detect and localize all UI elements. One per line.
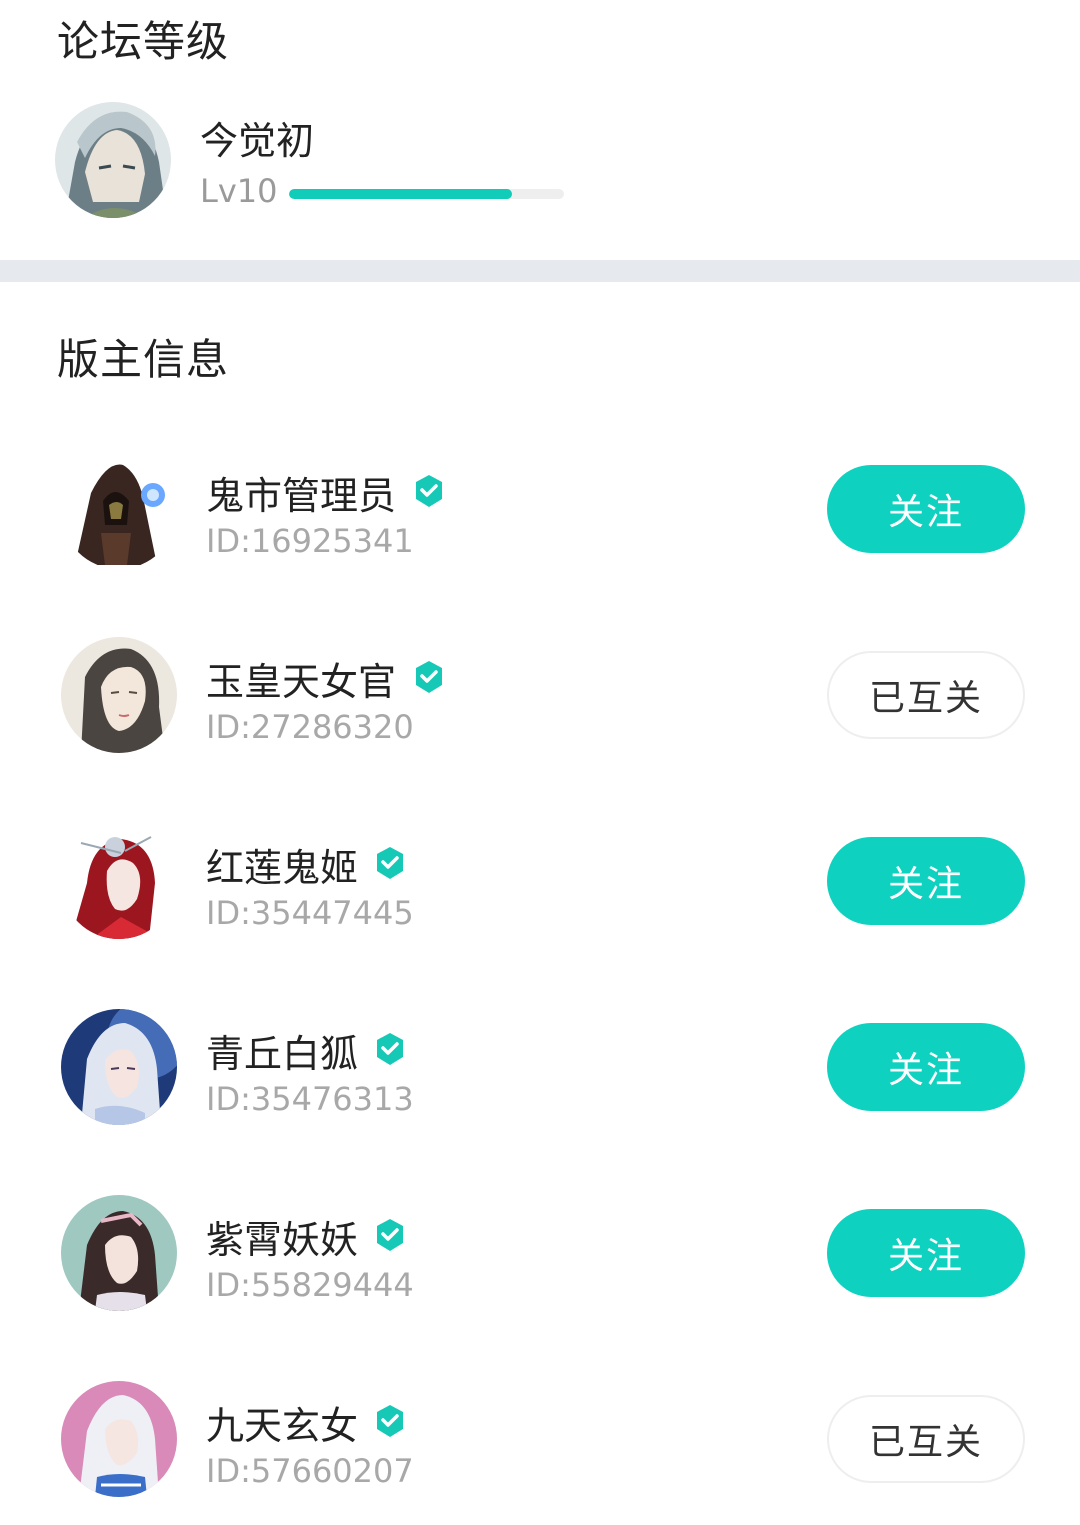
- verified-badge-icon: [416, 661, 442, 693]
- moderator-id: ID:55829444: [206, 1266, 414, 1304]
- moderator-row: 鬼市管理员 ID:16925341 关注: [0, 453, 1080, 652]
- verified-badge-icon: [377, 1219, 403, 1251]
- moderator-id: ID:35476313: [206, 1080, 414, 1118]
- moderator-avatar-image: [61, 1381, 177, 1497]
- moderator-avatar-image: [61, 637, 177, 753]
- mutual-follow-button[interactable]: 已互关: [827, 1395, 1025, 1483]
- level-progress-fill: [289, 189, 512, 199]
- moderator-row: 紫霄妖妖 ID:55829444 关注: [0, 1195, 1080, 1396]
- moderator-row: 玉皇天女官 ID:27286320 已互关: [0, 637, 1080, 838]
- moderator-avatar[interactable]: [61, 823, 177, 939]
- moderator-avatar[interactable]: [61, 453, 177, 569]
- follow-button[interactable]: 关注: [827, 465, 1025, 553]
- moderator-avatar-image: [61, 453, 177, 569]
- user-avatar[interactable]: [55, 102, 171, 218]
- moderator-name: 紫霄妖妖: [206, 1218, 359, 1262]
- verified-badge-icon: [377, 847, 403, 879]
- level-label: Lv10: [200, 172, 278, 210]
- moderator-avatar[interactable]: [61, 1195, 177, 1311]
- moderator-name: 九天玄女: [206, 1404, 359, 1448]
- moderator-id: ID:35447445: [206, 894, 414, 932]
- moderator-row: 青丘白狐 ID:35476313 关注: [0, 1009, 1080, 1210]
- moderator-name: 玉皇天女官: [206, 660, 397, 704]
- user-name: 今觉初: [200, 119, 315, 163]
- moderator-info-title: 版主信息: [57, 335, 230, 384]
- follow-button[interactable]: 关注: [827, 837, 1025, 925]
- moderator-name: 红莲鬼姬: [206, 846, 359, 890]
- moderator-avatar-image: [61, 823, 177, 939]
- moderator-avatar[interactable]: [61, 1381, 177, 1497]
- follow-button[interactable]: 关注: [827, 1023, 1025, 1111]
- verified-badge-icon: [416, 475, 442, 507]
- moderator-row: 红莲鬼姬 ID:35447445 关注: [0, 823, 1080, 1024]
- moderator-row: 九天玄女 ID:57660207 已互关: [0, 1381, 1080, 1525]
- moderator-id: ID:16925341: [206, 522, 414, 560]
- moderator-avatar[interactable]: [61, 1009, 177, 1125]
- forum-level-title: 论坛等级: [57, 17, 230, 66]
- moderator-name: 青丘白狐: [206, 1032, 359, 1076]
- moderator-name: 鬼市管理员: [206, 474, 397, 518]
- level-progress-bar: [289, 189, 564, 199]
- moderator-avatar[interactable]: [61, 637, 177, 753]
- moderator-avatar-image: [61, 1195, 177, 1311]
- moderator-avatar-image: [61, 1009, 177, 1125]
- moderator-id: ID:27286320: [206, 708, 414, 746]
- moderator-id: ID:57660207: [206, 1452, 414, 1490]
- user-avatar-image: [55, 102, 171, 218]
- mutual-follow-button[interactable]: 已互关: [827, 651, 1025, 739]
- verified-badge-icon: [377, 1405, 403, 1437]
- follow-button[interactable]: 关注: [827, 1209, 1025, 1297]
- verified-badge-icon: [377, 1033, 403, 1065]
- section-divider: [0, 260, 1080, 282]
